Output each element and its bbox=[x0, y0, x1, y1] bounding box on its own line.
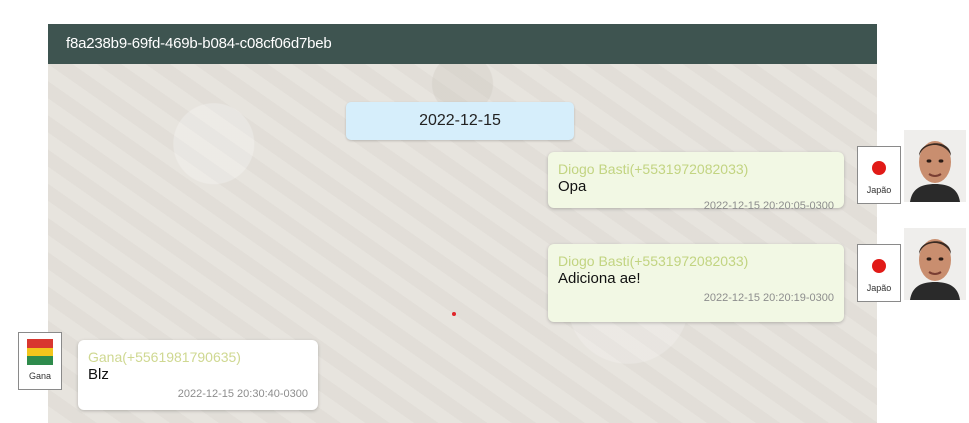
message-bubble[interactable]: Diogo Basti(+5531972082033) Adiciona ae!… bbox=[548, 244, 844, 322]
chat-window: f8a238b9-69fd-469b-b084-c08cf06d7beb 202… bbox=[48, 24, 877, 423]
chat-title: f8a238b9-69fd-469b-b084-c08cf06d7beb bbox=[48, 24, 877, 64]
person-photo-icon bbox=[904, 228, 966, 300]
flag-label: Japão bbox=[866, 283, 892, 293]
flag-dot bbox=[872, 161, 886, 175]
japan-flag-icon: Japão bbox=[857, 146, 901, 204]
message-timestamp: 2022-12-15 20:30:40-0300 bbox=[177, 388, 308, 400]
message-timestamp: 2022-12-15 20:20:05-0300 bbox=[703, 200, 834, 212]
message-bubble[interactable]: Gana(+5561981790635) Blz 2022-12-15 20:3… bbox=[78, 340, 318, 410]
message-text: Opa bbox=[558, 178, 587, 195]
flag-stripes bbox=[27, 339, 53, 366]
message-bubble[interactable]: Diogo Basti(+5531972082033) Opa 2022-12-… bbox=[548, 152, 844, 212]
message-sender: Gana(+5561981790635) bbox=[88, 349, 241, 365]
flag-dot bbox=[872, 259, 886, 273]
message-timestamp: 2022-12-15 20:20:19-0300 bbox=[703, 292, 834, 304]
ghana-flag-icon: Gana bbox=[18, 332, 62, 390]
message-sender: Diogo Basti(+5531972082033) bbox=[558, 161, 749, 177]
cursor-marker bbox=[452, 312, 456, 316]
person-photo-icon bbox=[904, 130, 966, 202]
page: f8a238b9-69fd-469b-b084-c08cf06d7beb 202… bbox=[0, 0, 969, 423]
message-text: Blz bbox=[88, 366, 109, 383]
flag-label: Gana bbox=[28, 371, 52, 381]
message-sender: Diogo Basti(+5531972082033) bbox=[558, 253, 749, 269]
flag-label: Japão bbox=[866, 185, 892, 195]
date-separator: 2022-12-15 bbox=[346, 102, 574, 140]
message-text: Adiciona ae! bbox=[558, 270, 641, 287]
japan-flag-icon: Japão bbox=[857, 244, 901, 302]
